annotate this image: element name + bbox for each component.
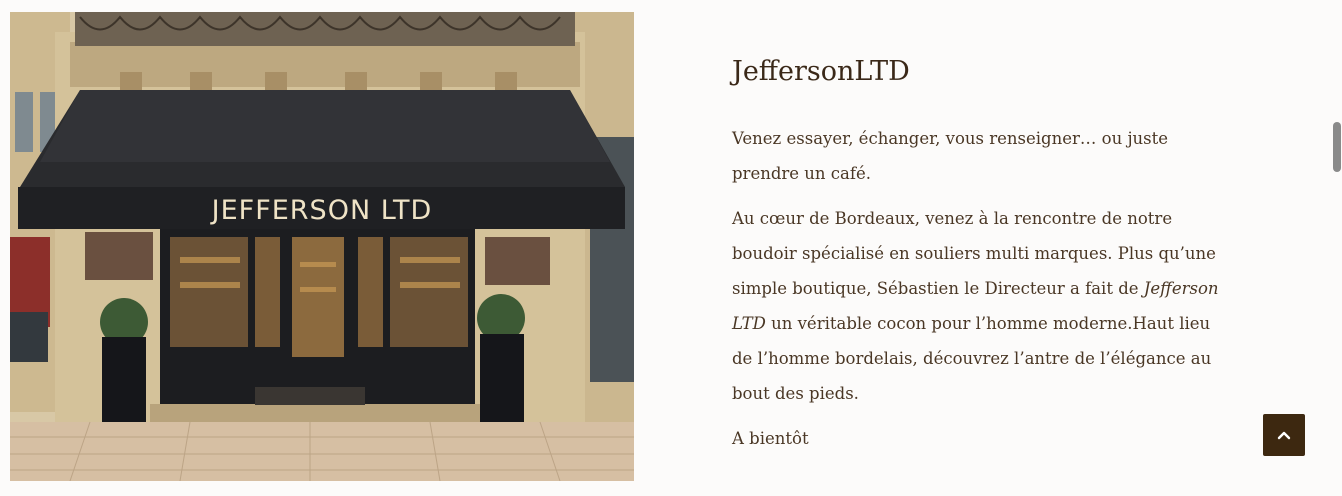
page-title: JeffersonLTD	[732, 56, 910, 87]
back-to-top-button[interactable]	[1263, 414, 1305, 456]
article-content: JeffersonLTD Venez essayer, échanger, vo…	[732, 52, 1222, 466]
page-scrollbar[interactable]	[1329, 0, 1342, 496]
description-paragraph: Au cœur de Bordeaux, venez à la rencontr…	[732, 201, 1222, 411]
shop-sign-text: JEFFERSON LTD	[210, 195, 433, 226]
description-text-end: un véritable cocon pour l’homme moderne.…	[732, 314, 1212, 403]
chevron-up-icon	[1277, 431, 1291, 440]
intro-paragraph: Venez essayer, échanger, vous renseigner…	[732, 129, 1169, 183]
storefront-photo: JEFFERSON LTD	[10, 12, 634, 481]
scrollbar-thumb[interactable]	[1333, 122, 1341, 172]
signoff-text: A bientôt	[732, 429, 809, 448]
